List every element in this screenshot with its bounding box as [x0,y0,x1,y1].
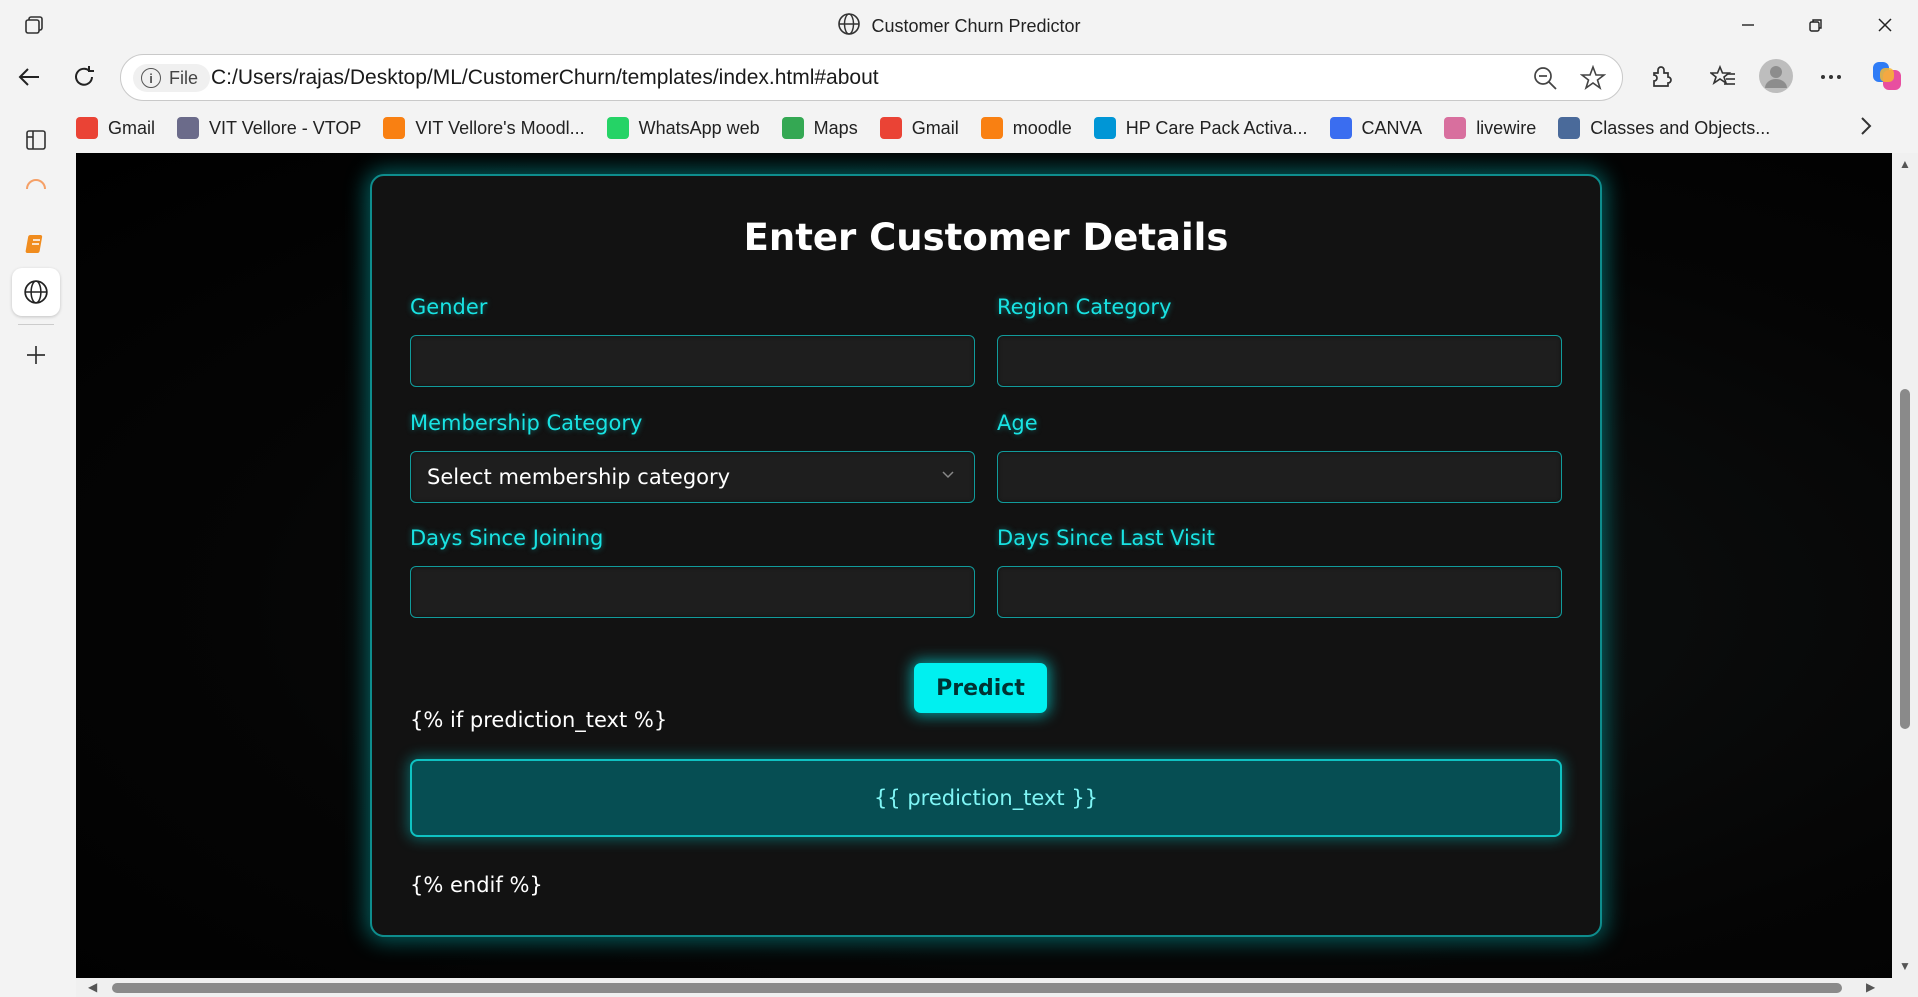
chevron-down-icon [940,466,956,486]
extensions-icon[interactable] [1644,60,1678,94]
bookmark-label: Maps [813,117,858,138]
days-since-last-visit-label: Days Since Last Visit [997,526,1215,550]
info-icon: i [141,68,161,88]
refresh-icon[interactable] [67,60,101,94]
globe-tab-icon[interactable] [12,268,60,316]
bookmark-label: moodle [1012,117,1072,138]
bookmark-item[interactable]: Classes and Objects... [1558,117,1770,139]
bookmark-item[interactable]: WhatsApp web [606,117,760,139]
template-if-text: {% if prediction_text %} [410,708,668,732]
restore-icon[interactable] [1801,10,1831,40]
bookmark-label: WhatsApp web [638,117,760,138]
scroll-up-arrow-icon[interactable]: ▲ [1898,157,1912,171]
site-info-button[interactable]: i File [133,64,211,92]
url-text[interactable]: C:/Users/rajas/Desktop/ML/CustomerChurn/… [211,66,879,90]
globe-icon [837,12,861,41]
bookmark-label: Classes and Objects... [1590,117,1771,138]
form-heading: Enter Customer Details [743,216,1229,259]
bookmark-item[interactable]: moodle [980,117,1072,139]
bookmark-label: CANVA [1361,117,1423,138]
new-tab-plus-icon[interactable] [12,331,60,379]
address-bar[interactable]: i File C:/Users/rajas/Desktop/ML/Custome… [120,54,1623,101]
scroll-right-arrow-icon[interactable]: ▶ [1866,980,1875,994]
scroll-down-arrow-icon[interactable]: ▼ [1898,959,1912,973]
moodle-icon [980,117,1003,139]
bookmarks-bar: Gmail VIT Vellore - VTOP VIT Vellore's Moo… [76,112,1876,144]
navigation-bar: i File C:/Users/rajas/Desktop/ML/Custome… [0,49,1918,106]
profile-avatar-icon[interactable] [1759,59,1793,93]
sidebar-panel-icon[interactable] [12,116,60,164]
vertical-scroll-thumb[interactable] [1900,389,1910,729]
predict-button[interactable]: Predict [914,663,1047,713]
days-since-last-visit-input[interactable] [997,566,1562,618]
bookmark-item[interactable]: HP Care Pack Activa... [1093,117,1308,139]
gender-input[interactable] [410,335,975,387]
scroll-left-arrow-icon[interactable]: ◀ [88,980,97,994]
window-title-text: Customer Churn Predictor [871,16,1081,36]
days-since-joining-label: Days Since Joining [410,526,604,550]
canva-icon [1329,117,1352,139]
age-input[interactable] [997,451,1562,503]
minimize-icon[interactable] [1733,10,1763,40]
template-endif-text: {% endif %} [410,873,543,897]
chevron-right-icon[interactable] [1856,114,1876,143]
days-since-joining-input[interactable] [410,566,975,618]
vertical-tab-strip [0,106,76,997]
sidebar-divider [18,324,54,325]
region-category-label: Region Category [997,295,1172,319]
bookmark-item[interactable]: Gmail [879,117,959,139]
more-options-icon[interactable] [1814,60,1848,94]
bookmark-label: VIT Vellore's Moodl... [415,117,585,138]
loading-tab-icon[interactable] [12,165,60,213]
bookmark-label: Gmail [108,117,156,138]
book-tab-icon[interactable] [12,220,60,268]
close-icon[interactable] [1870,10,1900,40]
brain-icon [1558,117,1581,139]
vertical-scrollbar[interactable]: ▲ ▼ [1892,153,1918,978]
site-info-label: File [169,67,199,88]
bookmark-label: VIT Vellore - VTOP [209,117,362,138]
back-arrow-icon[interactable] [12,60,46,94]
bookmark-item[interactable]: VIT Vellore - VTOP [177,117,361,139]
customer-form-card: Enter Customer Details Gender Region Cat… [370,174,1602,937]
prediction-result-box: {{ prediction_text }} [410,759,1562,837]
bookmark-item[interactable]: VIT Vellore's Moodl... [383,117,585,139]
vtop-icon [177,117,200,139]
maps-icon [781,117,804,139]
bookmark-item[interactable]: livewire [1444,117,1536,139]
bookmark-item[interactable]: Gmail [76,117,155,139]
favorite-star-icon[interactable] [1579,64,1607,96]
bookmark-label: Gmail [911,117,959,138]
membership-category-select[interactable]: Select membership category [410,451,975,503]
window-title: Customer Churn Predictor [0,12,1918,41]
hp-icon [1093,117,1116,139]
horizontal-scroll-thumb[interactable] [112,983,1842,993]
membership-selected-value: Select membership category [427,465,731,489]
whatsapp-icon [606,117,629,139]
membership-category-label: Membership Category [410,411,643,435]
bookmark-item[interactable]: Maps [781,117,858,139]
copilot-icon[interactable] [1870,59,1904,93]
gmail-icon [76,117,98,139]
gmail-icon [879,117,902,139]
zoom-out-icon[interactable] [1532,65,1558,96]
horizontal-scrollbar[interactable]: ◀ ▶ [76,978,1918,997]
page-viewport: Enter Customer Details Gender Region Cat… [76,153,1892,978]
favorites-icon[interactable] [1706,60,1740,94]
title-bar: Customer Churn Predictor [0,0,1918,49]
moodle-icon [383,117,406,139]
bookmark-item[interactable]: CANVA [1329,117,1423,139]
livewire-icon [1444,117,1467,139]
age-label: Age [997,411,1038,435]
bookmark-label: HP Care Pack Activa... [1125,117,1308,138]
region-category-input[interactable] [997,335,1562,387]
bookmark-label: livewire [1476,117,1537,138]
gender-label: Gender [410,295,488,319]
